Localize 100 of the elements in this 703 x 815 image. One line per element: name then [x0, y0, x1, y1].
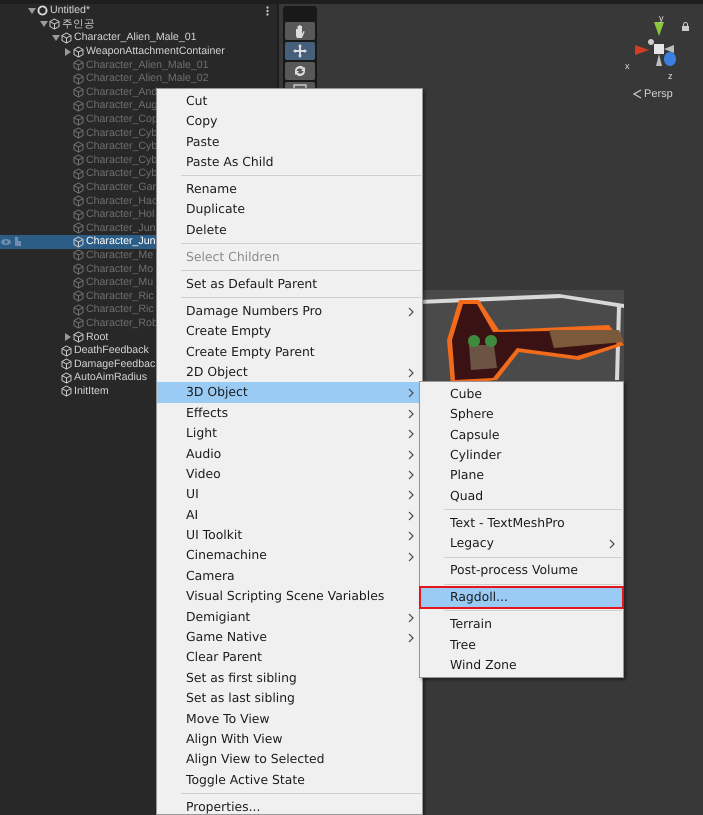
menu-item[interactable]: Clear Parent: [157, 648, 422, 668]
hierarchy-row[interactable]: Root: [0, 330, 110, 344]
menu-item[interactable]: Delete: [157, 220, 422, 240]
hierarchy-item-label: Character_Cop: [85, 113, 158, 126]
menu-item[interactable]: 3D Object: [157, 382, 422, 403]
menu-item[interactable]: Cinemachine: [157, 546, 422, 566]
hierarchy-row[interactable]: DamageFeedbac: [0, 357, 158, 372]
menu-item[interactable]: Audio: [157, 444, 422, 464]
hierarchy-row[interactable]: Untitled*: [0, 4, 92, 18]
menu-item[interactable]: Video: [157, 464, 422, 484]
menu-item[interactable]: Duplicate: [157, 200, 422, 220]
menu-item[interactable]: Ragdoll...: [420, 587, 623, 608]
hierarchy-item-label: DeathFeedback: [73, 344, 149, 358]
menu-item[interactable]: Effects: [157, 402, 422, 424]
menu-item[interactable]: Wind Zone: [420, 655, 623, 676]
cube-icon: [73, 236, 84, 248]
hierarchy-row[interactable]: WeaponAttachmentContainer: [0, 44, 227, 58]
hierarchy-item-label: Character_Hac: [85, 194, 158, 208]
hierarchy-item-label: Character_Gar: [85, 181, 156, 194]
menu-item[interactable]: Plane: [420, 466, 623, 486]
projection-label[interactable]: Persp: [644, 86, 673, 102]
menu-item[interactable]: Game Native: [157, 627, 422, 648]
cube-icon: [73, 317, 84, 330]
collapsed-arrow-icon[interactable]: [64, 333, 72, 342]
menu-item[interactable]: Toggle Active State: [157, 770, 422, 790]
hierarchy-row[interactable]: DeathFeedback: [0, 344, 151, 358]
tool-button[interactable]: [285, 22, 315, 40]
expanded-arrow-icon[interactable]: [40, 20, 48, 28]
hierarchy-item-label: Character_Alien_Male_02: [85, 72, 208, 86]
menu-item[interactable]: Cut: [157, 91, 422, 112]
cube-icon: [73, 59, 84, 72]
expanded-arrow-icon[interactable]: [52, 34, 60, 42]
menu-item[interactable]: Demigiant: [157, 606, 422, 628]
cube-icon: [73, 249, 84, 262]
menu-item[interactable]: Align With View: [157, 729, 422, 750]
menu-item[interactable]: Paste: [157, 132, 422, 152]
hierarchy-row[interactable]: AutoAimRadius: [0, 371, 150, 385]
expanded-arrow-icon[interactable]: [28, 6, 36, 15]
menu-item[interactable]: Cylinder: [420, 445, 623, 466]
collapsed-arrow-icon[interactable]: [64, 48, 72, 56]
hierarchy-item-label: AutoAimRadius: [73, 371, 148, 384]
menu-item[interactable]: Move To View: [157, 708, 422, 730]
hierarchy-item-label: Character_Cyb: [85, 154, 158, 167]
hierarchy-item-label: Character_Cyb: [85, 126, 158, 140]
menu-item[interactable]: Light: [157, 423, 422, 444]
cube-icon: [73, 168, 84, 180]
cube-icon: [73, 140, 84, 153]
menu-item[interactable]: Camera: [157, 566, 422, 586]
hierarchy-item-label: Character_Mu: [85, 276, 154, 290]
cube-icon: [73, 195, 84, 208]
rotate-tool-icon: [292, 63, 308, 79]
hierarchy-item-label: Character_Aug: [85, 99, 158, 112]
menu-item[interactable]: 2D Object: [157, 362, 422, 382]
hierarchy-item-label: Character_Alien_Male_01: [73, 31, 196, 44]
menu-item[interactable]: UI: [157, 484, 422, 505]
hierarchy-row[interactable]: InitItem: [0, 384, 111, 398]
cube-icon: [73, 208, 84, 221]
hierarchy-row[interactable]: 주인공: [0, 18, 97, 32]
hierarchy-item-label: Character_Cyb: [85, 140, 158, 154]
menu-item[interactable]: Damage Numbers Pro: [157, 300, 422, 322]
menu-item[interactable]: Post-process Volume: [420, 560, 623, 581]
perspective-icon[interactable]: [633, 89, 642, 100]
move-tool-icon: [292, 43, 308, 59]
menu-item[interactable]: Quad: [420, 486, 623, 506]
menu-item[interactable]: Terrain: [420, 614, 623, 635]
lock-icon[interactable]: [681, 22, 690, 32]
hierarchy-item-label: Root: [85, 330, 108, 344]
menu-item[interactable]: Paste As Child: [157, 152, 422, 173]
cube-icon: [61, 372, 72, 384]
cube-icon: [73, 154, 84, 166]
axis-label: z: [668, 72, 672, 81]
menu-item[interactable]: Set as Default Parent: [157, 274, 422, 294]
hierarchy-item-label: InitItem: [73, 384, 109, 398]
hierarchy-item-label: Character_Jun: [85, 235, 156, 248]
menu-item[interactable]: Capsule: [420, 424, 623, 446]
menu-item[interactable]: Sphere: [420, 404, 623, 425]
more-options-icon[interactable]: [266, 6, 269, 16]
menu-item[interactable]: Rename: [157, 179, 422, 200]
menu-item[interactable]: Cube: [420, 384, 623, 404]
menu-item[interactable]: Copy: [157, 111, 422, 132]
hierarchy-item-label: Untitled*: [49, 4, 90, 18]
menu-item[interactable]: Set as last sibling: [157, 688, 422, 709]
menu-item[interactable]: Text - TextMeshPro: [420, 512, 623, 534]
tool-button[interactable]: [285, 62, 315, 80]
menu-item[interactable]: Create Empty Parent: [157, 342, 422, 362]
menu-item[interactable]: AI: [157, 504, 422, 526]
cube-icon: [73, 276, 84, 289]
menu-item[interactable]: Visual Scripting Scene Variables: [157, 586, 422, 607]
hierarchy-item-label: Character_Ric: [85, 290, 154, 303]
menu-item[interactable]: Set as first sibling: [157, 668, 422, 688]
menu-item[interactable]: Tree: [420, 634, 623, 656]
hierarchy-item-label: Character_Alien_Male_01: [85, 58, 208, 72]
menu-item[interactable]: Legacy: [420, 533, 623, 554]
tool-button[interactable]: [285, 42, 315, 60]
cube-icon: [73, 46, 84, 58]
menu-item[interactable]: Create Empty: [157, 321, 422, 342]
menu-item[interactable]: UI Toolkit: [157, 525, 422, 546]
menu-item[interactable]: Properties...: [157, 796, 422, 814]
hierarchy-row[interactable]: Character_Alien_Male_01: [0, 31, 198, 45]
menu-item[interactable]: Align View to Selected: [157, 749, 422, 770]
